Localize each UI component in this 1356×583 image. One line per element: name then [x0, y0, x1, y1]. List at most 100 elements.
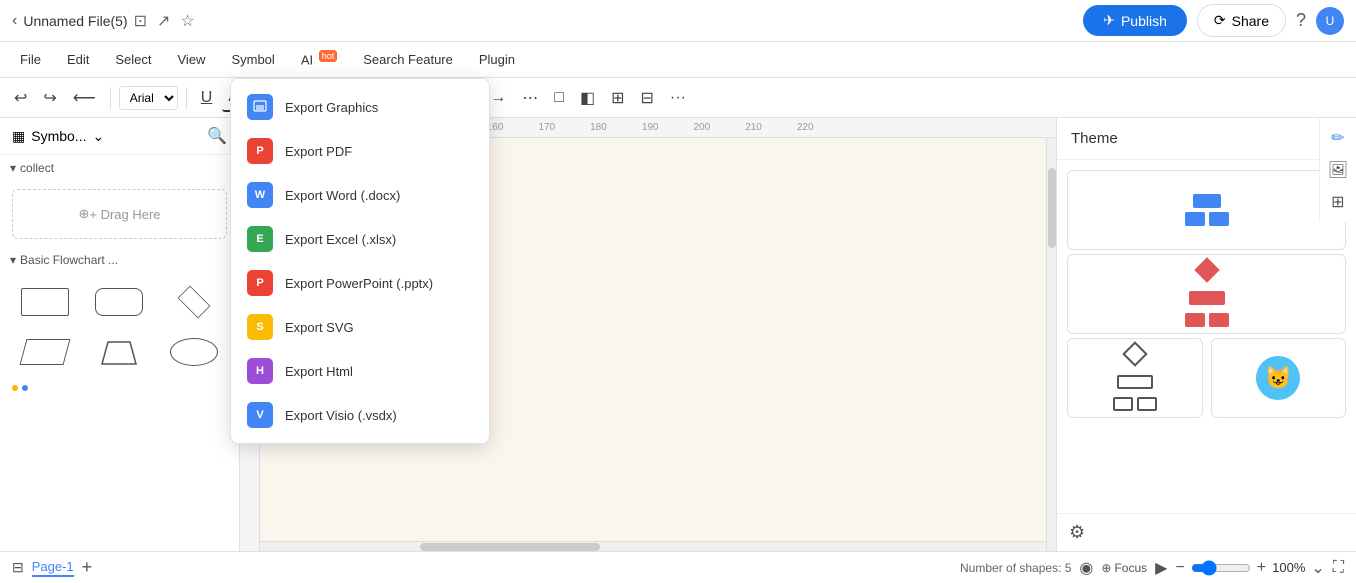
sidebar-search-button[interactable]: 🔍 — [207, 126, 227, 146]
export-svg-item[interactable]: S Export SVG — [231, 305, 489, 349]
redo-button[interactable]: ↪ — [37, 84, 62, 112]
shape-diamond[interactable] — [161, 281, 227, 323]
page-tab[interactable]: Page-1 — [32, 559, 74, 577]
border-style-button[interactable]: ⋯ — [516, 84, 544, 112]
align-right-button[interactable]: ⊟ — [635, 84, 660, 112]
th-rect-out — [1117, 375, 1153, 389]
theme-row-1 — [1067, 170, 1346, 250]
theme-blue[interactable] — [1067, 170, 1346, 250]
export-html-icon: H — [247, 358, 273, 384]
shape-trapezoid[interactable] — [86, 331, 152, 373]
share-button[interactable]: ⟳ Share — [1197, 4, 1286, 37]
theme-row-3: 😺 — [1067, 338, 1346, 418]
horizontal-scrollbar[interactable] — [260, 541, 1046, 551]
theme-row-2 — [1067, 254, 1346, 334]
shape-rounded-rect[interactable] — [86, 281, 152, 323]
publish-button[interactable]: ✈ Publish — [1083, 5, 1187, 36]
th-rect-r2 — [1209, 313, 1229, 327]
title-bar: ‹ Unnamed File(5) ⊡ ↗ ☆ ✈ Publish ⟳ Shar… — [0, 0, 1356, 42]
theme-red[interactable] — [1067, 254, 1346, 334]
export-pptx-item[interactable]: P Export PowerPoint (.pptx) — [231, 261, 489, 305]
cute-face-icon: 😺 — [1256, 356, 1300, 400]
theme-cute-preview: 😺 — [1256, 356, 1300, 400]
focus-button[interactable]: ⊕ Focus — [1101, 561, 1147, 575]
bottom-bar: ⊟ Page-1 + Number of shapes: 5 ◉ ⊕ Focus… — [0, 551, 1356, 583]
sidebar-collect-section[interactable]: ▾ collect — [0, 155, 239, 181]
title-icons: ⊡ ↗ ☆ — [134, 11, 195, 31]
add-page-button[interactable]: + — [82, 557, 93, 578]
shape-parallelogram[interactable] — [12, 331, 78, 373]
undo-button[interactable]: ↩ — [8, 84, 33, 112]
drag-area[interactable]: ⊕ + Drag Here — [12, 189, 227, 239]
menu-view[interactable]: View — [166, 48, 218, 71]
edit-icon-button[interactable]: ✏ — [1324, 124, 1352, 152]
export-html-label: Export Html — [285, 364, 353, 379]
title-bar-left: ‹ Unnamed File(5) ⊡ ↗ ☆ — [12, 11, 1075, 31]
zoom-level[interactable]: 100% — [1272, 560, 1305, 575]
scroll-thumb-h[interactable] — [420, 543, 600, 551]
export-pdf-icon: P — [247, 138, 273, 164]
export-pdf-item[interactable]: P Export PDF — [231, 129, 489, 173]
export-word-item[interactable]: W Export Word (.docx) — [231, 173, 489, 217]
font-selector[interactable]: Arial — [119, 86, 178, 110]
publish-icon: ✈ — [1103, 12, 1115, 29]
scroll-thumb-v[interactable] — [1048, 168, 1056, 248]
right-panel-header: Theme × — [1057, 118, 1356, 160]
menu-ai[interactable]: AI hot — [289, 47, 349, 71]
page-thumb-button[interactable]: ⊟ — [12, 559, 24, 576]
theme-panel-title: Theme — [1071, 130, 1118, 147]
image-icon-button[interactable]: 🖼 — [1324, 156, 1352, 184]
export-visio-item[interactable]: V Export Visio (.vsdx) — [231, 393, 489, 437]
shadow-button[interactable]: □ — [548, 85, 570, 111]
copy-style-button[interactable]: ◧ — [574, 84, 601, 112]
vertical-scrollbar[interactable] — [1046, 138, 1056, 551]
share-icon: ⟳ — [1214, 12, 1226, 29]
zoom-out-button[interactable]: − — [1175, 559, 1184, 577]
export-html-item[interactable]: H Export Html — [231, 349, 489, 393]
shape-ellipse[interactable] — [161, 331, 227, 373]
back-button[interactable]: ‹ — [12, 12, 17, 30]
bottom-right: Number of shapes: 5 ◉ ⊕ Focus ▶ − + 100%… — [960, 558, 1344, 578]
separator-1 — [110, 87, 111, 109]
star-icon-button[interactable]: ☆ — [180, 11, 194, 31]
theme-settings-area: ⚙ — [1057, 513, 1356, 551]
avatar[interactable]: U — [1316, 7, 1344, 35]
fullscreen-button[interactable]: ⛶ — [1333, 559, 1344, 577]
play-button[interactable]: ▶ — [1155, 558, 1167, 578]
export-graphics-item[interactable]: Export Graphics — [231, 85, 489, 129]
help-button[interactable]: ? — [1296, 10, 1306, 31]
menu-plugin[interactable]: Plugin — [467, 48, 527, 71]
th-rect-red — [1189, 291, 1225, 305]
back-arrow-button[interactable]: ⟵ — [67, 84, 102, 112]
export-visio-label: Export Visio (.vsdx) — [285, 408, 397, 423]
zoom-slider[interactable] — [1191, 560, 1251, 576]
menu-symbol[interactable]: Symbol — [219, 48, 286, 71]
theme-settings-button[interactable]: ⚙ — [1069, 522, 1085, 543]
export-excel-item[interactable]: E Export Excel (.xlsx) — [231, 217, 489, 261]
align-left-button[interactable]: ⊞ — [605, 84, 630, 112]
rect-icon — [21, 288, 69, 316]
theme-cute[interactable]: 😺 — [1211, 338, 1347, 418]
underline-button[interactable]: U — [195, 85, 219, 111]
layers-button[interactable]: ◉ — [1079, 558, 1093, 578]
more-button[interactable]: ··· — [664, 85, 692, 111]
share-label: Share — [1232, 13, 1269, 29]
sidebar-expand-icon[interactable]: ⌄ — [92, 128, 104, 145]
grid-icon-button[interactable]: ⊞ — [1324, 188, 1352, 216]
shape-rectangle[interactable] — [12, 281, 78, 323]
save-icon-button[interactable]: ⊡ — [134, 11, 147, 31]
export-svg-label: Export SVG — [285, 320, 354, 335]
th-shape-3 — [1209, 212, 1229, 226]
share-link-icon-button[interactable]: ↗ — [157, 11, 170, 31]
shapes-section-title[interactable]: ▾ Basic Flowchart ... — [0, 247, 239, 273]
menu-file[interactable]: File — [8, 48, 53, 71]
title-bar-right: ✈ Publish ⟳ Share ? U — [1083, 4, 1344, 37]
export-pptx-icon: P — [247, 270, 273, 296]
zoom-dropdown-button[interactable]: ⌄ — [1311, 558, 1324, 578]
theme-outline[interactable] — [1067, 338, 1203, 418]
menu-edit[interactable]: Edit — [55, 48, 101, 71]
menu-select[interactable]: Select — [103, 48, 163, 71]
zoom-in-button[interactable]: + — [1257, 559, 1266, 577]
menu-search-feature[interactable]: Search Feature — [351, 48, 465, 71]
ruler-mark-200: 200 — [694, 122, 711, 133]
